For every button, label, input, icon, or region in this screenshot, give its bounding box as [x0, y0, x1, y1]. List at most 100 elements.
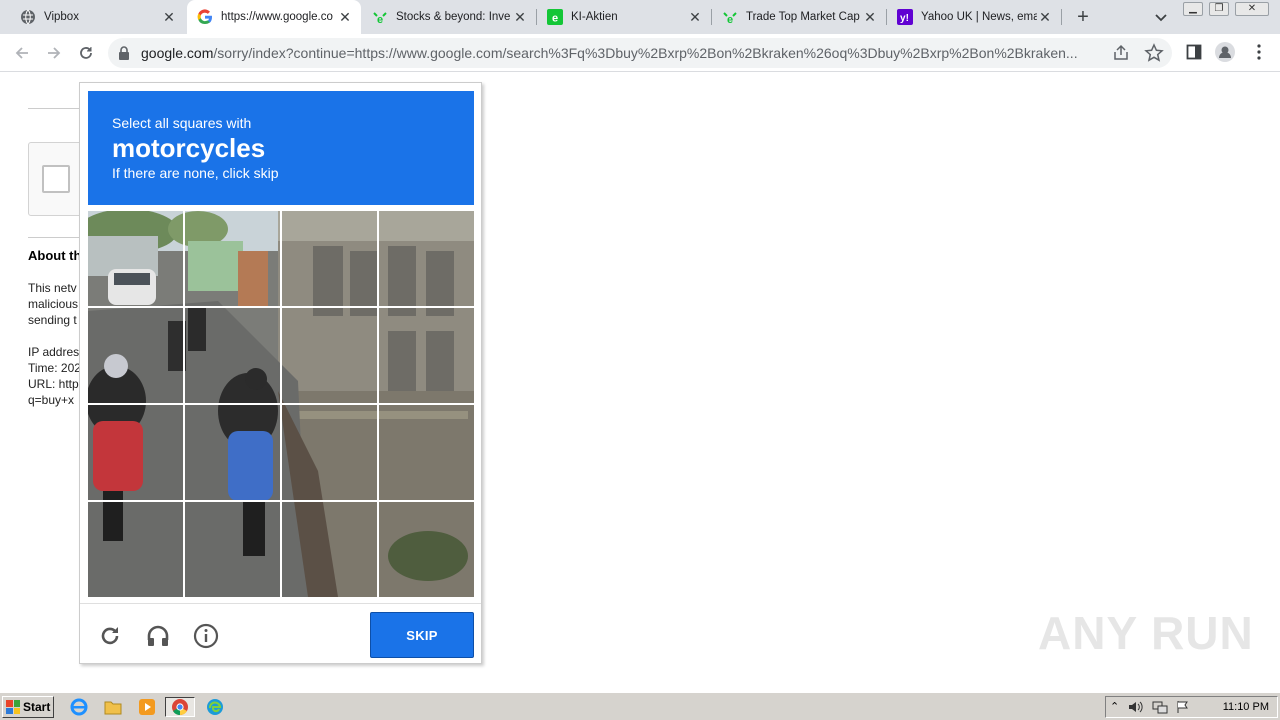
address-bar[interactable]: google.com/sorry/index?continue=https://…	[108, 38, 1172, 68]
captcha-tile[interactable]	[88, 404, 185, 501]
captcha-tile[interactable]	[88, 308, 185, 405]
tab-vipbox[interactable]: Vipbox ✕	[0, 0, 185, 34]
back-button[interactable]	[10, 41, 34, 65]
avatar-icon	[1215, 42, 1235, 62]
close-window-button[interactable]: ✕	[1235, 2, 1269, 16]
etoro-icon: e	[722, 9, 738, 25]
body-line: This netv	[28, 281, 77, 295]
tab-google[interactable]: https://www.google.co ✕	[187, 0, 361, 34]
menu-button[interactable]	[1249, 42, 1269, 62]
captcha-tile[interactable]	[281, 308, 378, 405]
info-icon	[193, 623, 219, 649]
tab-title: Stocks & beyond: Inve	[396, 11, 511, 23]
captcha-tile[interactable]	[88, 211, 185, 308]
start-label: Start	[23, 700, 51, 714]
captcha-tile[interactable]	[88, 501, 185, 598]
tab-strip: Vipbox ✕ https://www.google.co ✕ e Stock…	[0, 0, 1280, 34]
folder-icon	[104, 701, 122, 715]
tab-title: Vipbox	[44, 11, 79, 23]
svg-text:e: e	[377, 14, 383, 25]
svg-text:e: e	[552, 13, 558, 25]
reload-icon	[101, 627, 119, 645]
edge-taskbar-button[interactable]	[204, 697, 226, 717]
skip-button[interactable]: SKIP	[370, 612, 474, 658]
action-center-flag-icon[interactable]	[1176, 700, 1190, 719]
explorer-taskbar-button[interactable]	[102, 697, 124, 717]
lock-icon[interactable]	[118, 46, 130, 65]
about-heading: About th	[28, 248, 82, 263]
side-panel-icon	[1186, 44, 1202, 60]
start-button[interactable]: Start	[2, 696, 54, 718]
show-hidden-icons-button[interactable]: ⌃	[1110, 700, 1119, 713]
svg-text:e: e	[727, 14, 733, 25]
tab-search-button[interactable]	[1152, 8, 1170, 26]
body-line: Time: 202	[28, 361, 81, 375]
tab-ki-aktien[interactable]: e KI-Aktien ✕	[537, 0, 711, 34]
reload-challenge-button[interactable]	[96, 622, 124, 650]
captcha-tile[interactable]	[185, 404, 282, 501]
captcha-tile[interactable]	[185, 501, 282, 598]
ie-taskbar-button[interactable]	[68, 697, 90, 717]
etoro-icon: e	[547, 9, 563, 25]
network-icon[interactable]	[1152, 700, 1168, 719]
close-icon[interactable]: ✕	[1037, 9, 1053, 25]
edge-icon	[207, 699, 223, 715]
recaptcha-checkbox[interactable]	[42, 165, 70, 193]
tab-title: https://www.google.co	[221, 11, 333, 23]
captcha-tile[interactable]	[185, 211, 282, 308]
arrow-right-icon	[48, 47, 61, 59]
headphones-icon	[147, 625, 169, 646]
challenge-footer: SKIP	[80, 603, 481, 663]
tab-separator	[1061, 9, 1062, 25]
new-tab-button[interactable]: +	[1073, 7, 1093, 27]
close-icon[interactable]: ✕	[862, 9, 878, 25]
chrome-taskbar-button[interactable]	[165, 697, 195, 717]
close-icon[interactable]: ✕	[161, 9, 177, 25]
captcha-tile[interactable]	[185, 308, 282, 405]
tab-title: Yahoo UK | News, ema	[921, 11, 1037, 23]
media-player-icon	[139, 699, 155, 715]
media-player-taskbar-button[interactable]	[136, 697, 158, 717]
star-icon[interactable]	[1144, 43, 1164, 68]
captcha-tile[interactable]	[378, 211, 475, 308]
audio-challenge-button[interactable]	[144, 622, 172, 650]
captcha-tile[interactable]	[378, 308, 475, 405]
restore-button[interactable]: ❐	[1209, 2, 1229, 16]
forward-button[interactable]	[42, 41, 66, 65]
captcha-tile[interactable]	[281, 211, 378, 308]
clock[interactable]: 11:10 PM	[1223, 701, 1269, 713]
url-path: /sorry/index?continue=https://www.google…	[213, 45, 1078, 61]
speaker-icon[interactable]	[1128, 700, 1144, 719]
share-icon[interactable]	[1112, 44, 1130, 67]
tab-etoro-stocks[interactable]: e Stocks & beyond: Inve ✕	[362, 0, 536, 34]
taskbar: Start ⌃ 11:10 PM	[0, 692, 1280, 720]
profile-button[interactable]	[1215, 42, 1235, 62]
system-tray: ⌃ 11:10 PM	[1105, 696, 1278, 718]
close-icon[interactable]: ✕	[687, 9, 703, 25]
hint-text: If there are none, click skip	[112, 165, 279, 181]
instruction-text: Select all squares with	[112, 115, 252, 131]
svg-text:y!: y!	[900, 13, 909, 24]
target-object: motorcycles	[112, 133, 266, 163]
side-panel-button[interactable]	[1184, 42, 1204, 62]
anyrun-watermark: ANY RUN	[1038, 607, 1254, 659]
close-icon[interactable]: ✕	[512, 9, 528, 25]
captcha-tile[interactable]	[281, 404, 378, 501]
info-button[interactable]	[192, 622, 220, 650]
captcha-tile[interactable]	[378, 501, 475, 598]
tab-title: KI-Aktien	[571, 11, 618, 23]
tab-trade-top[interactable]: e Trade Top Market Cap ✕	[712, 0, 886, 34]
minimize-button[interactable]: ▁	[1183, 2, 1203, 16]
close-icon[interactable]: ✕	[337, 9, 353, 25]
recaptcha-challenge: Select all squares with motorcycles If t…	[79, 82, 482, 664]
reload-button[interactable]	[74, 41, 98, 65]
chevron-down-icon	[1155, 14, 1167, 22]
url-host: google.com	[141, 45, 214, 61]
body-line: sending t	[28, 313, 77, 327]
captcha-tile[interactable]	[281, 501, 378, 598]
url-text[interactable]: google.com/sorry/index?continue=https://…	[141, 45, 1106, 61]
body-line: malicious	[28, 297, 79, 311]
globe-icon	[20, 9, 36, 25]
captcha-tile[interactable]	[378, 404, 475, 501]
tab-yahoo[interactable]: y! Yahoo UK | News, ema ✕	[887, 0, 1061, 34]
